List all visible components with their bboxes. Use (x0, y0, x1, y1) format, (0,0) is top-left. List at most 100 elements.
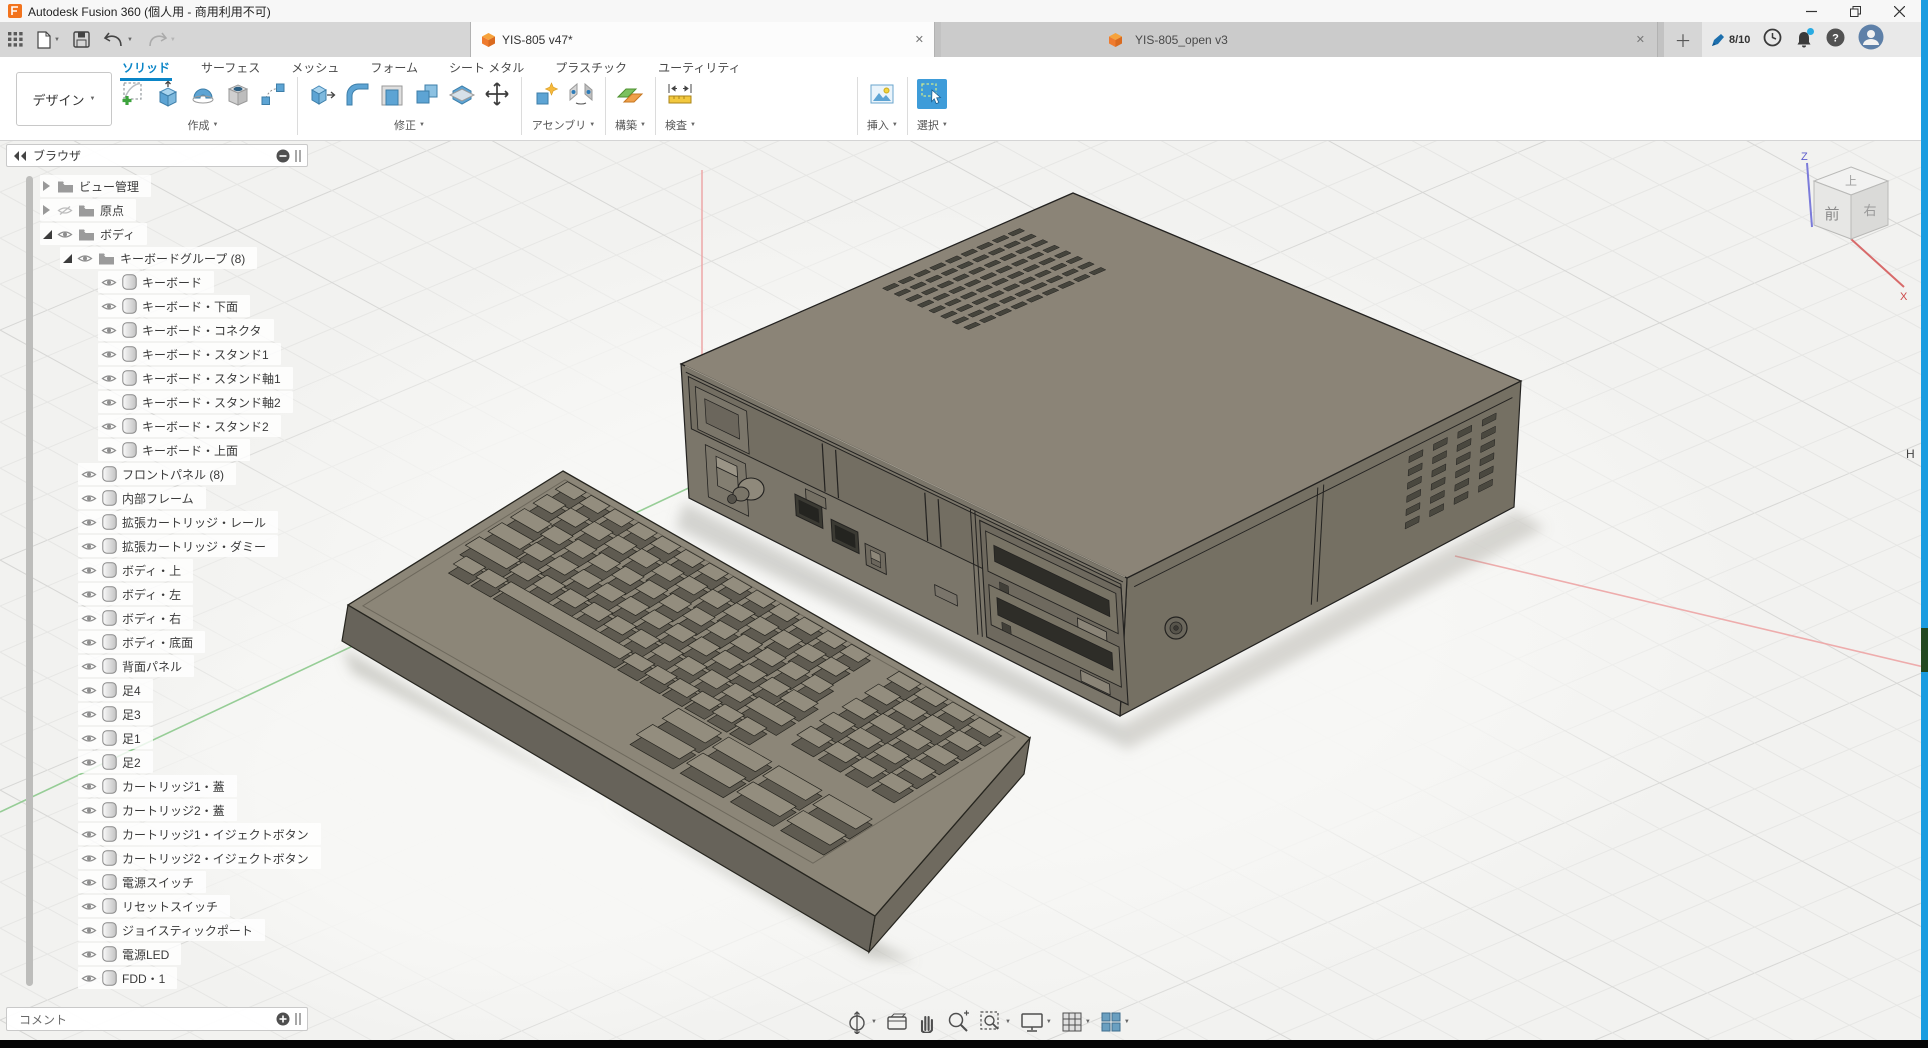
visibility-off-icon[interactable] (57, 205, 73, 216)
minimize-button[interactable] (1789, 0, 1833, 22)
browser-item[interactable]: 足1 (6, 726, 308, 750)
save-button[interactable] (73, 31, 90, 48)
collapse-arrow-icon[interactable] (43, 230, 52, 239)
viewports-button[interactable]: ▼ (1100, 1011, 1130, 1033)
ribbon-tab-5[interactable]: プラスチック (553, 58, 629, 78)
app-grid-menu-icon[interactable] (8, 32, 23, 47)
browser-item[interactable]: 内部フレーム (6, 486, 308, 510)
insert-image-icon[interactable] (867, 79, 897, 109)
combine-icon[interactable] (412, 79, 442, 109)
construction-plane-icon[interactable] (615, 79, 645, 109)
browser-item[interactable]: 足2 (6, 750, 308, 774)
visibility-icon[interactable] (101, 325, 117, 336)
activity-clock-icon[interactable] (1763, 28, 1782, 52)
visibility-icon[interactable] (101, 349, 117, 360)
visibility-icon[interactable] (81, 733, 97, 744)
joint-icon[interactable] (566, 79, 596, 109)
group-label[interactable]: 修正 (394, 117, 416, 133)
visibility-icon[interactable] (101, 373, 117, 384)
restore-button[interactable] (1833, 0, 1877, 22)
visibility-icon[interactable] (57, 229, 73, 240)
visibility-icon[interactable] (101, 397, 117, 408)
ribbon-tab-4[interactable]: シート メタル (447, 58, 526, 78)
visibility-icon[interactable] (81, 877, 97, 888)
visibility-icon[interactable] (81, 709, 97, 720)
browser-item[interactable]: カートリッジ2・蓋 (6, 798, 308, 822)
ribbon-tab-2[interactable]: メッシュ (289, 58, 341, 78)
ribbon-tab-3[interactable]: フォーム (368, 58, 420, 78)
visibility-icon[interactable] (81, 685, 97, 696)
visibility-icon[interactable] (101, 445, 117, 456)
close-window-button[interactable] (1877, 0, 1921, 22)
visibility-icon[interactable] (81, 661, 97, 672)
view-cube[interactable]: Z X 上 前 右 (1778, 147, 1918, 317)
browser-item[interactable]: ビュー管理 (6, 174, 308, 198)
pan-button[interactable] (917, 1011, 937, 1033)
close-tab-icon[interactable]: ✕ (915, 33, 924, 46)
visibility-icon[interactable] (81, 949, 97, 960)
visibility-icon[interactable] (81, 589, 97, 600)
visibility-icon[interactable] (81, 469, 97, 480)
remove-filter-icon[interactable] (276, 149, 290, 163)
visibility-icon[interactable] (81, 829, 97, 840)
zoom-button[interactable] (946, 1010, 970, 1034)
close-tab-icon[interactable]: ✕ (1636, 33, 1645, 46)
browser-item[interactable]: キーボード・コネクタ (6, 318, 308, 342)
undo-button[interactable]: ▼ (103, 32, 133, 48)
browser-item[interactable]: カートリッジ2・イジェクトボタン (6, 846, 308, 870)
grid-settings-button[interactable]: ▼ (1061, 1011, 1091, 1033)
browser-item[interactable]: 背面パネル (6, 654, 308, 678)
browser-item[interactable]: ボディ (6, 222, 308, 246)
browser-item[interactable]: フロントパネル (8) (6, 462, 308, 486)
split-body-icon[interactable] (447, 79, 477, 109)
visibility-icon[interactable] (81, 973, 97, 984)
visibility-icon[interactable] (81, 781, 97, 792)
group-label[interactable]: 作成 (188, 117, 210, 133)
expand-arrow-icon[interactable] (43, 181, 52, 191)
visibility-icon[interactable] (101, 421, 117, 432)
visibility-icon[interactable] (81, 493, 97, 504)
browser-item[interactable]: キーボード・上面 (6, 438, 308, 462)
group-label[interactable]: 挿入 (867, 117, 889, 133)
visibility-icon[interactable] (81, 805, 97, 816)
ribbon-tab-6[interactable]: ユーティリティ (656, 58, 743, 78)
press-pull-icon[interactable] (307, 79, 337, 109)
browser-item[interactable]: カートリッジ1・イジェクトボタン (6, 822, 308, 846)
ribbon-tab-1[interactable]: サーフェス (199, 58, 262, 78)
visibility-icon[interactable] (81, 757, 97, 768)
browser-item[interactable]: 原点 (6, 198, 308, 222)
select-tool-icon[interactable] (917, 79, 947, 109)
fit-button[interactable]: ▼ (979, 1010, 1011, 1034)
browser-item[interactable]: キーボードグループ (8) (6, 246, 308, 270)
browser-item[interactable]: キーボード・スタンド1 (6, 342, 308, 366)
workspace-selector[interactable]: デザイン ▼ (16, 72, 112, 126)
add-comment-icon[interactable] (276, 1012, 290, 1026)
collapse-arrow-icon[interactable] (63, 254, 72, 263)
shell-icon[interactable] (377, 79, 407, 109)
expand-arrow-icon[interactable] (43, 205, 52, 215)
browser-item[interactable]: 拡張カートリッジ・レール (6, 510, 308, 534)
hole-icon[interactable] (223, 79, 253, 109)
comment-bar[interactable]: コメント (6, 1007, 308, 1031)
visibility-icon[interactable] (81, 637, 97, 648)
group-label[interactable]: 検査 (665, 117, 687, 133)
create-sketch-icon[interactable] (118, 79, 148, 109)
browser-item[interactable]: 足3 (6, 702, 308, 726)
group-label[interactable]: 選択 (917, 117, 939, 133)
group-label[interactable]: 構築 (615, 117, 637, 133)
job-status-badge[interactable]: 8/10 (1710, 32, 1750, 48)
visibility-icon[interactable] (101, 301, 117, 312)
visibility-icon[interactable] (81, 901, 97, 912)
help-icon[interactable]: ? (1826, 28, 1845, 52)
visibility-icon[interactable] (81, 925, 97, 936)
browser-item[interactable]: ジョイスティックポート (6, 918, 308, 942)
browser-item[interactable]: キーボード・下面 (6, 294, 308, 318)
visibility-icon[interactable] (81, 541, 97, 552)
browser-item[interactable]: キーボード・スタンド軸1 (6, 366, 308, 390)
browser-item[interactable]: カートリッジ1・蓋 (6, 774, 308, 798)
browser-item[interactable]: FDD・1 (6, 966, 308, 990)
move-icon[interactable] (482, 79, 512, 109)
visibility-icon[interactable] (81, 565, 97, 576)
browser-item[interactable]: キーボード・スタンド軸2 (6, 390, 308, 414)
viewport[interactable]: Z X 上 前 右 H ブラウザ ビュー管理原点ボディキーボードグループ (8)… (0, 141, 1928, 1040)
